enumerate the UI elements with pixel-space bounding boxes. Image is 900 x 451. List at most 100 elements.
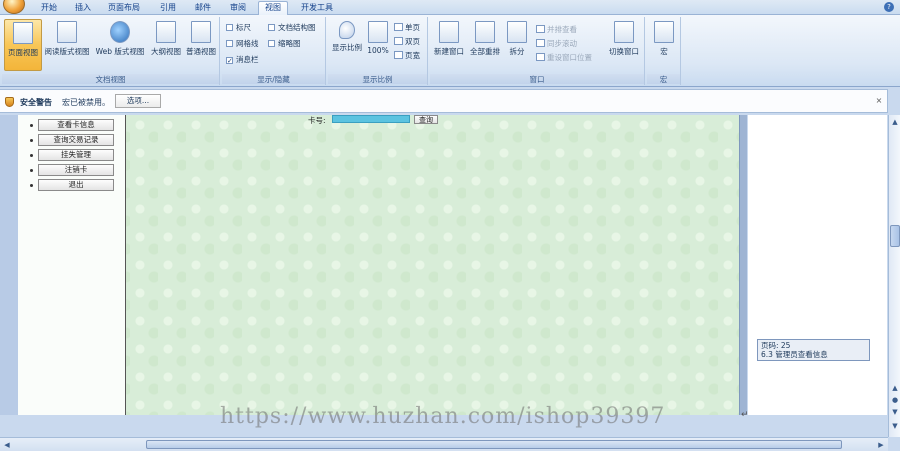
- group-window: 新建窗口 全部重排 拆分 并排查看 同步滚动 重设窗口位置 切换窗口 窗口: [430, 17, 645, 85]
- side-by-side-label: 并排查看: [547, 25, 577, 34]
- horizontal-scroll-thumb[interactable]: [146, 440, 842, 449]
- view-side-by-side-button[interactable]: 并排查看: [536, 24, 577, 35]
- bullet-icon: [30, 154, 33, 157]
- report-loss-button[interactable]: 挂失管理: [38, 149, 114, 161]
- close-icon[interactable]: ×: [874, 96, 884, 106]
- thumbnails-label: 缩略图: [278, 39, 301, 48]
- scroll-right-icon[interactable]: ▶: [876, 440, 886, 450]
- two-pages-label: 双页: [405, 37, 420, 46]
- new-window-label: 新建窗口: [434, 47, 464, 56]
- page-width-button[interactable]: 页宽: [394, 50, 420, 61]
- scroll-up-icon[interactable]: ▲: [890, 117, 900, 127]
- reset-position-label: 重设窗口位置: [547, 53, 592, 62]
- web-layout-button[interactable]: Web 版式视图: [92, 19, 148, 71]
- horizontal-scrollbar[interactable]: ◀ ▶: [0, 437, 888, 451]
- security-warning-bar: 安全警告 宏已被禁用。 选项... ×: [0, 89, 888, 113]
- thumbnails-checkbox[interactable]: 缩略图: [268, 38, 301, 49]
- message-bar-checkbox[interactable]: ✓ 消息栏: [226, 54, 259, 65]
- gridlines-checkbox[interactable]: 网格线: [226, 38, 259, 49]
- scroll-down-icon[interactable]: ▼: [890, 421, 900, 431]
- new-window-icon: [439, 21, 459, 43]
- message-bar-label: 消息栏: [236, 55, 259, 64]
- scroll-up-icon[interactable]: ▲: [890, 383, 900, 393]
- vertical-scrollbar[interactable]: ▲ ▲ ● ▼ ▼: [888, 115, 900, 437]
- sync-scrolling-label: 同步滚动: [547, 39, 577, 48]
- globe-icon: [110, 21, 130, 43]
- gridlines-label: 网格线: [236, 39, 259, 48]
- group-label-show-hide: 显示/隐藏: [222, 74, 325, 84]
- reset-position-icon: [536, 53, 545, 61]
- tab-developer[interactable]: 开发工具: [296, 2, 338, 15]
- macros-button[interactable]: 宏: [649, 19, 679, 71]
- ruler-checkbox[interactable]: 标尺: [226, 22, 251, 33]
- two-pages-button[interactable]: 双页: [394, 36, 420, 47]
- one-page-button[interactable]: 单页: [394, 22, 420, 33]
- query-button[interactable]: 查询: [414, 115, 438, 124]
- full-screen-reading-label: 阅读版式视图: [44, 47, 90, 56]
- group-document-views: 页面视图 阅读版式视图 Web 版式视图 大纲视图 普通视图 文档视图: [2, 17, 220, 85]
- ribbon-tab-bar: 开始 插入 页面布局 引用 邮件 审阅 视图 开发工具 ?: [0, 0, 900, 16]
- watermark: https://www.huzhan.com/ishop39397: [220, 404, 666, 429]
- zoom-100-button[interactable]: 100%: [365, 19, 391, 71]
- cancel-card-button[interactable]: 注销卡: [38, 164, 114, 176]
- office-button-icon[interactable]: [3, 0, 25, 14]
- tab-page-layout[interactable]: 页面布局: [104, 2, 144, 15]
- zoom-label: 显示比例: [332, 43, 362, 52]
- scroll-down-icon[interactable]: ▼: [890, 407, 900, 417]
- card-number-input[interactable]: [332, 115, 410, 123]
- draft-icon: [191, 21, 211, 43]
- page-number-text: 页码: 25: [761, 341, 791, 350]
- next-page: [748, 115, 887, 415]
- tab-home[interactable]: 开始: [34, 2, 64, 15]
- scroll-left-icon[interactable]: ◀: [2, 440, 12, 450]
- draft-view-label: 普通视图: [186, 47, 216, 56]
- full-screen-reading-button[interactable]: 阅读版式视图: [43, 19, 91, 71]
- tab-references[interactable]: 引用: [155, 2, 181, 15]
- logout-button[interactable]: 退出: [38, 179, 114, 191]
- outline-view-button[interactable]: 大纲视图: [149, 19, 183, 71]
- view-card-info-button[interactable]: 查看卡信息: [38, 119, 114, 131]
- sync-scrolling-button[interactable]: 同步滚动: [536, 38, 577, 49]
- print-layout-icon: [13, 22, 33, 44]
- vertical-scroll-thumb[interactable]: [890, 225, 900, 247]
- macros-label: 宏: [660, 47, 668, 56]
- document-map-checkbox[interactable]: 文档结构图: [268, 22, 316, 33]
- checkbox-icon: [226, 40, 233, 47]
- document-map-label: 文档结构图: [278, 23, 316, 32]
- tab-mailings[interactable]: 邮件: [190, 2, 216, 15]
- shield-icon: [5, 97, 14, 107]
- checkbox-icon: [268, 24, 275, 31]
- tab-view[interactable]: 视图: [258, 1, 288, 16]
- arrange-all-label: 全部重排: [470, 47, 500, 56]
- split-button[interactable]: 拆分: [504, 19, 530, 71]
- zoom-100-label: 100%: [367, 46, 389, 55]
- arrange-all-button[interactable]: 全部重排: [468, 19, 502, 71]
- query-transactions-button[interactable]: 查询交易记录: [38, 134, 114, 146]
- nav-panel: 查看卡信息 查询交易记录 挂失管理 注销卡 退出: [18, 115, 126, 415]
- bullet-icon: [30, 184, 33, 187]
- select-browse-object-icon[interactable]: ●: [890, 395, 900, 405]
- bullet-icon: [30, 169, 33, 172]
- help-icon[interactable]: ?: [884, 2, 894, 12]
- new-window-button[interactable]: 新建窗口: [432, 19, 466, 71]
- macros-icon: [654, 21, 674, 43]
- switch-windows-icon: [614, 21, 634, 43]
- tab-insert[interactable]: 插入: [70, 2, 96, 15]
- group-show-hide: 标尺 网格线 ✓ 消息栏 文档结构图 缩略图 显示/隐藏: [222, 17, 326, 85]
- zoom-button[interactable]: 显示比例: [330, 19, 364, 71]
- switch-windows-button[interactable]: 切换窗口: [606, 19, 642, 71]
- reset-window-position-button[interactable]: 重设窗口位置: [536, 52, 592, 63]
- group-label-macros: 宏: [647, 74, 680, 84]
- sync-scrolling-icon: [536, 39, 545, 47]
- two-pages-icon: [394, 37, 403, 45]
- page-width-label: 页宽: [405, 51, 420, 60]
- one-page-label: 单页: [405, 23, 420, 32]
- draft-view-button[interactable]: 普通视图: [184, 19, 218, 71]
- tab-review[interactable]: 审阅: [225, 2, 251, 15]
- security-options-button[interactable]: 选项...: [115, 94, 161, 108]
- one-page-icon: [394, 23, 403, 31]
- print-layout-label: 页面视图: [8, 48, 38, 57]
- checkmark-icon: ✓: [226, 57, 233, 65]
- print-layout-button[interactable]: 页面视图: [4, 19, 42, 71]
- page-width-icon: [394, 51, 403, 59]
